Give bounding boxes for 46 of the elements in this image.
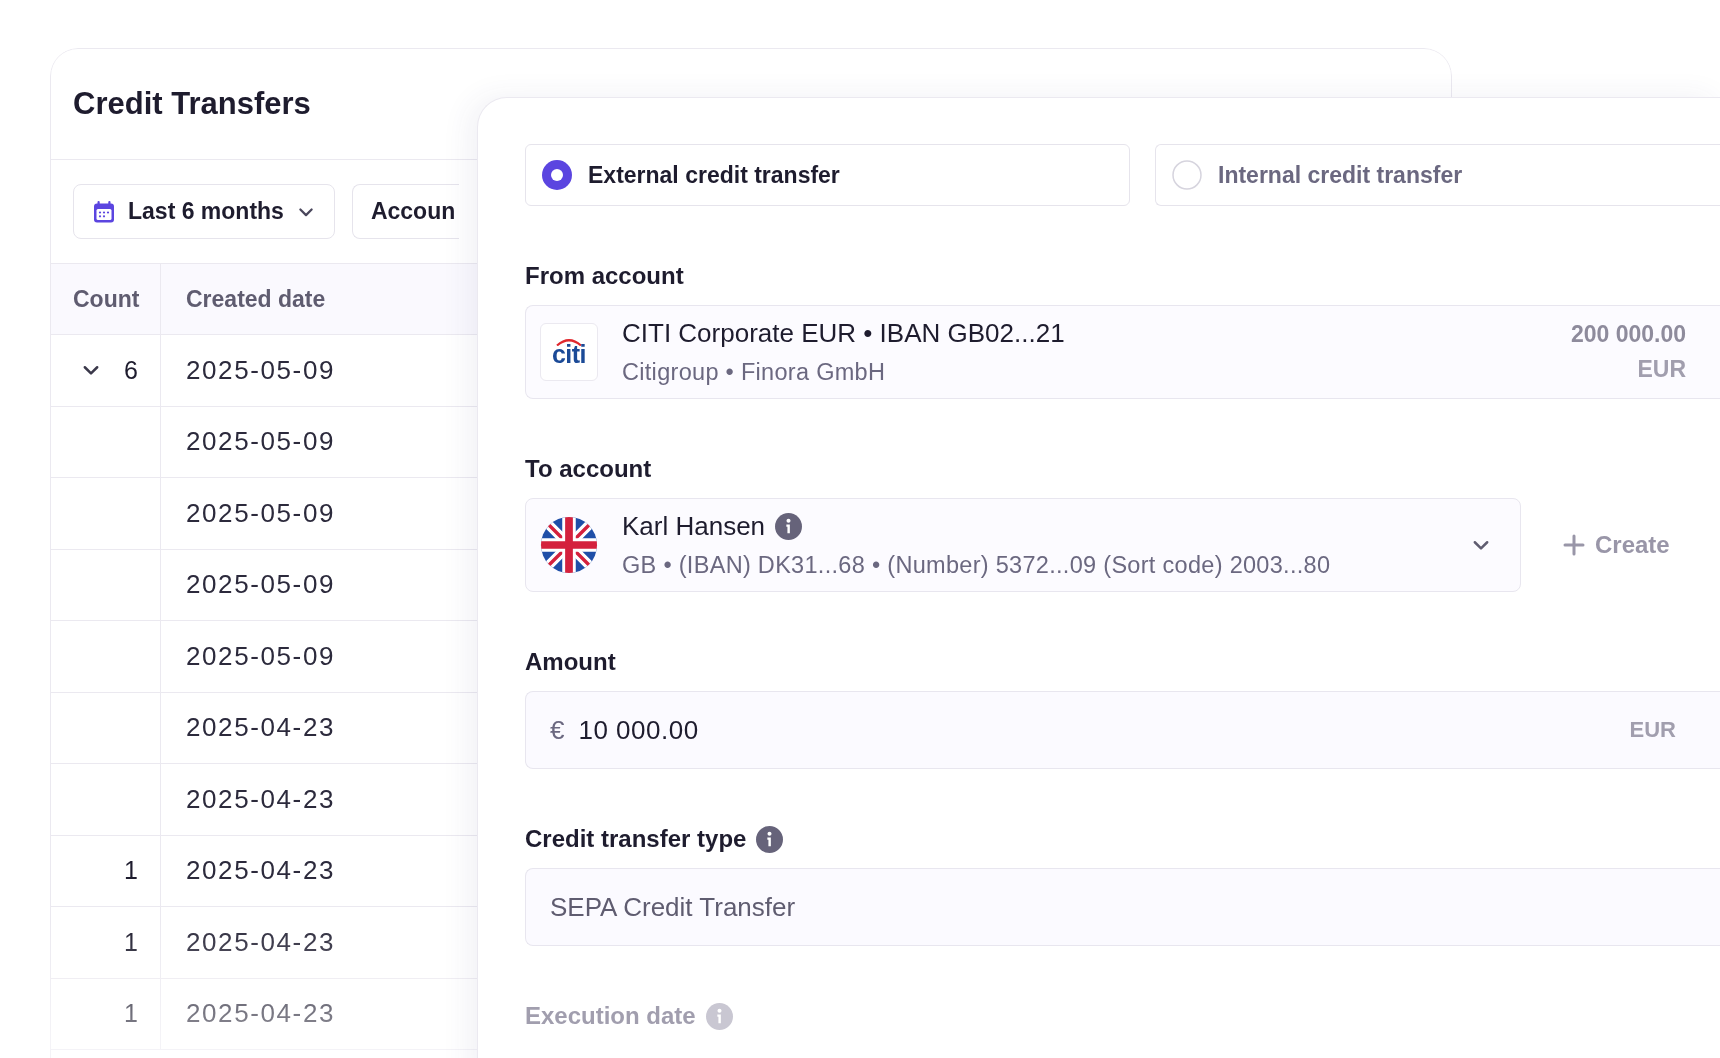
date-cell: 2025-05-09 <box>186 354 335 386</box>
amount-field[interactable]: € 10 000.00 EUR <box>525 691 1720 769</box>
info-icon <box>756 825 784 853</box>
date-cell: 2025-04-23 <box>186 712 335 744</box>
date-cell: 2025-05-09 <box>186 640 335 672</box>
date-cell: 2025-04-23 <box>186 926 335 958</box>
account-balance: 200 000.00 <box>1570 321 1686 348</box>
column-header: Count <box>51 264 161 334</box>
count-cell: 6 <box>124 355 138 385</box>
radio-icon <box>542 160 572 190</box>
date-cell: 2025-04-23 <box>186 855 335 887</box>
info-icon <box>775 513 803 540</box>
date-filter[interactable]: Last 6 months <box>73 184 335 239</box>
field-label: Credit transfer type <box>525 825 747 853</box>
info-icon <box>705 1002 733 1030</box>
account-name: Karl Hansen <box>622 511 766 542</box>
account-name: CITI Corporate EUR • IBAN GB02...21 <box>622 318 1066 349</box>
radio-icon <box>1172 160 1202 190</box>
transfer-type-radio[interactable]: Internal credit transfer <box>1155 144 1720 206</box>
date-cell: 2025-04-23 <box>186 783 335 815</box>
date-cell: 2025-05-09 <box>186 569 335 601</box>
currency-symbol: € <box>550 714 565 746</box>
transfer-type-radio[interactable]: External credit transfer <box>525 144 1130 206</box>
account-details: Citigroup • Finora GmbH <box>622 359 887 386</box>
currency-label: EUR <box>1637 356 1686 383</box>
count-cell: 1 <box>124 999 138 1029</box>
account-details: GB • (IBAN) DK31...68 • (Number) 5372...09 (Sort code) 2003...80 <box>622 552 1332 579</box>
amount-value: 10 000.00 <box>578 714 700 746</box>
calendar-icon <box>92 199 116 224</box>
plus-icon <box>1563 534 1585 556</box>
currency-label: EUR <box>1629 717 1677 743</box>
field-label: From account <box>525 262 684 290</box>
to-account-select[interactable]: Karl Hansen GB • (IBAN) DK31...68 • (Number) 5372...09 (Sort code) 2003...80 <box>525 498 1521 592</box>
date-cell: 2025-05-09 <box>186 497 335 529</box>
field-label: To account <box>525 455 652 483</box>
count-cell: 1 <box>124 856 138 886</box>
account-filter[interactable]: Accoun <box>351 184 459 239</box>
column-header: Created date <box>185 284 327 314</box>
count-cell: 1 <box>124 927 138 957</box>
field-label: Execution date <box>525 1002 696 1030</box>
transfer-type-field[interactable]: SEPA Credit Transfer <box>525 868 1720 946</box>
field-label: Amount <box>525 648 616 676</box>
date-cell: 2025-05-09 <box>186 426 335 458</box>
date-cell: 2025-04-23 <box>186 998 335 1030</box>
bank-logo: citi <box>540 323 598 381</box>
from-account-select[interactable]: citi CITI Corporate EUR • IBAN GB02...21 Citigroup • Finora GmbH 200 000.00 EUR <box>525 305 1720 399</box>
